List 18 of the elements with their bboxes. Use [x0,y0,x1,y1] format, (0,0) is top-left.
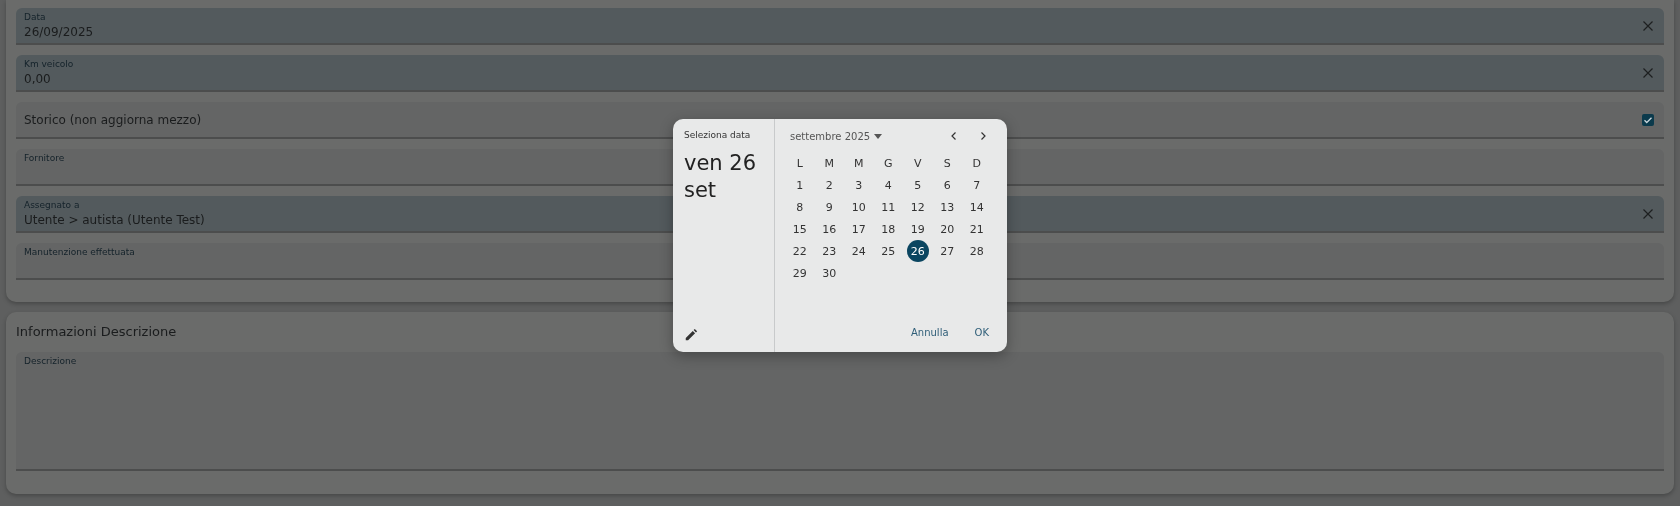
weekday-label: M [853,155,865,172]
field-label: Descrizione [24,356,77,366]
weekday-label: G [883,155,894,172]
checkbox-label: Storico (non aggiorna mezzo) [24,112,203,127]
field-value: 0,00 [24,72,51,86]
weekday-label: D [971,155,982,172]
field-value: 26/09/2025 [24,25,94,39]
field-value: Utente > autista (Utente Test) [24,213,205,227]
field-label: Data [24,12,46,22]
field-label: Fornitore [24,153,65,163]
selected-date: ven 26 set [684,150,758,204]
weekday-label: S [942,155,952,172]
weekday-label: V [913,155,923,172]
dialog-heading: Seleziona data [684,130,752,140]
weekday-label: M [823,155,835,172]
field-label: Manutenzione effettuata [24,247,135,257]
section-title: Informazioni Descrizione [16,324,177,339]
weekday-label: L [795,155,804,172]
